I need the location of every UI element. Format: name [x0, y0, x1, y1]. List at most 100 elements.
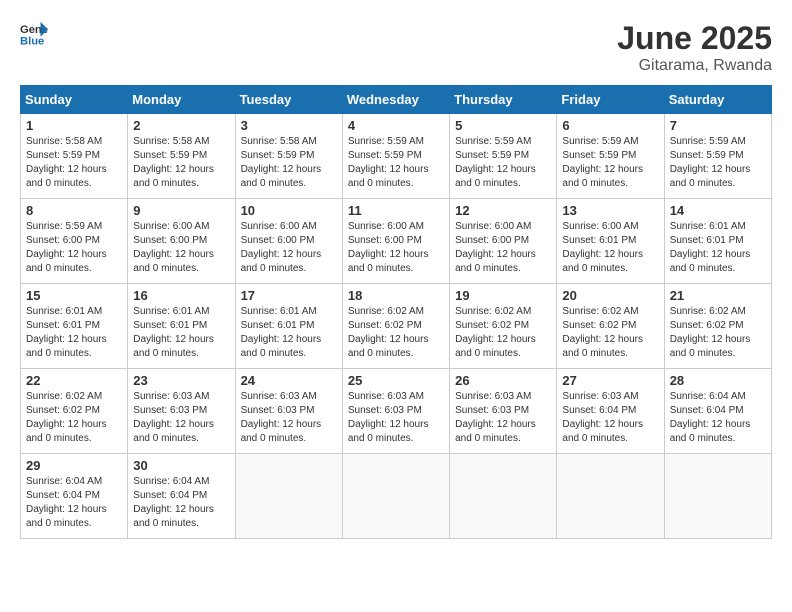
day-info: Sunrise: 6:04 AMSunset: 6:04 PMDaylight:…	[670, 391, 751, 444]
day-info: Sunrise: 6:00 AMSunset: 6:00 PMDaylight:…	[133, 221, 214, 274]
day-number: 20	[562, 288, 658, 303]
calendar-cell: 12 Sunrise: 6:00 AMSunset: 6:00 PMDaylig…	[450, 199, 557, 284]
logo-icon: General Blue	[20, 20, 48, 48]
day-number: 22	[26, 373, 122, 388]
col-sunday: Sunday	[21, 86, 128, 114]
day-info: Sunrise: 6:00 AMSunset: 6:00 PMDaylight:…	[348, 221, 429, 274]
day-number: 17	[241, 288, 337, 303]
calendar-cell: 27 Sunrise: 6:03 AMSunset: 6:04 PMDaylig…	[557, 369, 664, 454]
calendar-cell: 10 Sunrise: 6:00 AMSunset: 6:00 PMDaylig…	[235, 199, 342, 284]
day-info: Sunrise: 5:58 AMSunset: 5:59 PMDaylight:…	[133, 136, 214, 189]
calendar-cell: 28 Sunrise: 6:04 AMSunset: 6:04 PMDaylig…	[664, 369, 771, 454]
day-number: 30	[133, 458, 229, 473]
day-info: Sunrise: 6:04 AMSunset: 6:04 PMDaylight:…	[133, 476, 214, 529]
day-number: 5	[455, 118, 551, 133]
day-info: Sunrise: 6:01 AMSunset: 6:01 PMDaylight:…	[241, 306, 322, 359]
month-title: June 2025	[617, 20, 772, 57]
header: General Blue June 2025 Gitarama, Rwanda	[20, 20, 772, 75]
day-number: 4	[348, 118, 444, 133]
calendar-row: 1 Sunrise: 5:58 AMSunset: 5:59 PMDayligh…	[21, 114, 772, 199]
day-number: 8	[26, 203, 122, 218]
day-number: 23	[133, 373, 229, 388]
calendar-cell: 30 Sunrise: 6:04 AMSunset: 6:04 PMDaylig…	[128, 454, 235, 539]
day-info: Sunrise: 6:03 AMSunset: 6:03 PMDaylight:…	[348, 391, 429, 444]
calendar-cell: 17 Sunrise: 6:01 AMSunset: 6:01 PMDaylig…	[235, 284, 342, 369]
day-number: 29	[26, 458, 122, 473]
col-friday: Friday	[557, 86, 664, 114]
day-info: Sunrise: 6:02 AMSunset: 6:02 PMDaylight:…	[26, 391, 107, 444]
col-saturday: Saturday	[664, 86, 771, 114]
day-number: 19	[455, 288, 551, 303]
day-number: 27	[562, 373, 658, 388]
calendar-cell: 23 Sunrise: 6:03 AMSunset: 6:03 PMDaylig…	[128, 369, 235, 454]
day-info: Sunrise: 6:00 AMSunset: 6:00 PMDaylight:…	[455, 221, 536, 274]
calendar-cell: 1 Sunrise: 5:58 AMSunset: 5:59 PMDayligh…	[21, 114, 128, 199]
day-number: 28	[670, 373, 766, 388]
svg-text:Blue: Blue	[20, 35, 44, 47]
day-number: 21	[670, 288, 766, 303]
calendar-cell: 19 Sunrise: 6:02 AMSunset: 6:02 PMDaylig…	[450, 284, 557, 369]
day-info: Sunrise: 5:58 AMSunset: 5:59 PMDaylight:…	[26, 136, 107, 189]
calendar-cell	[342, 454, 449, 539]
calendar-cell: 4 Sunrise: 5:59 AMSunset: 5:59 PMDayligh…	[342, 114, 449, 199]
day-info: Sunrise: 6:03 AMSunset: 6:04 PMDaylight:…	[562, 391, 643, 444]
day-info: Sunrise: 6:03 AMSunset: 6:03 PMDaylight:…	[133, 391, 214, 444]
day-number: 6	[562, 118, 658, 133]
day-info: Sunrise: 5:58 AMSunset: 5:59 PMDaylight:…	[241, 136, 322, 189]
day-number: 18	[348, 288, 444, 303]
calendar-cell: 8 Sunrise: 5:59 AMSunset: 6:00 PMDayligh…	[21, 199, 128, 284]
calendar-cell: 2 Sunrise: 5:58 AMSunset: 5:59 PMDayligh…	[128, 114, 235, 199]
day-number: 7	[670, 118, 766, 133]
calendar-cell: 25 Sunrise: 6:03 AMSunset: 6:03 PMDaylig…	[342, 369, 449, 454]
day-number: 2	[133, 118, 229, 133]
calendar-cell: 22 Sunrise: 6:02 AMSunset: 6:02 PMDaylig…	[21, 369, 128, 454]
day-number: 10	[241, 203, 337, 218]
calendar-cell: 24 Sunrise: 6:03 AMSunset: 6:03 PMDaylig…	[235, 369, 342, 454]
col-thursday: Thursday	[450, 86, 557, 114]
day-info: Sunrise: 6:01 AMSunset: 6:01 PMDaylight:…	[670, 221, 751, 274]
location-title: Gitarama, Rwanda	[617, 57, 772, 75]
day-info: Sunrise: 6:00 AMSunset: 6:00 PMDaylight:…	[241, 221, 322, 274]
day-number: 14	[670, 203, 766, 218]
calendar-cell: 11 Sunrise: 6:00 AMSunset: 6:00 PMDaylig…	[342, 199, 449, 284]
day-number: 13	[562, 203, 658, 218]
day-number: 1	[26, 118, 122, 133]
day-info: Sunrise: 6:00 AMSunset: 6:01 PMDaylight:…	[562, 221, 643, 274]
calendar-cell: 13 Sunrise: 6:00 AMSunset: 6:01 PMDaylig…	[557, 199, 664, 284]
day-info: Sunrise: 6:02 AMSunset: 6:02 PMDaylight:…	[455, 306, 536, 359]
day-info: Sunrise: 5:59 AMSunset: 5:59 PMDaylight:…	[455, 136, 536, 189]
day-number: 26	[455, 373, 551, 388]
col-tuesday: Tuesday	[235, 86, 342, 114]
calendar-cell: 26 Sunrise: 6:03 AMSunset: 6:03 PMDaylig…	[450, 369, 557, 454]
day-info: Sunrise: 5:59 AMSunset: 6:00 PMDaylight:…	[26, 221, 107, 274]
day-number: 12	[455, 203, 551, 218]
day-number: 11	[348, 203, 444, 218]
day-info: Sunrise: 6:03 AMSunset: 6:03 PMDaylight:…	[241, 391, 322, 444]
day-info: Sunrise: 6:01 AMSunset: 6:01 PMDaylight:…	[133, 306, 214, 359]
calendar-cell: 16 Sunrise: 6:01 AMSunset: 6:01 PMDaylig…	[128, 284, 235, 369]
calendar-cell: 5 Sunrise: 5:59 AMSunset: 5:59 PMDayligh…	[450, 114, 557, 199]
day-info: Sunrise: 5:59 AMSunset: 5:59 PMDaylight:…	[562, 136, 643, 189]
day-number: 3	[241, 118, 337, 133]
calendar-table: Sunday Monday Tuesday Wednesday Thursday…	[20, 85, 772, 539]
day-number: 25	[348, 373, 444, 388]
day-info: Sunrise: 6:01 AMSunset: 6:01 PMDaylight:…	[26, 306, 107, 359]
day-number: 24	[241, 373, 337, 388]
calendar-row: 15 Sunrise: 6:01 AMSunset: 6:01 PMDaylig…	[21, 284, 772, 369]
col-wednesday: Wednesday	[342, 86, 449, 114]
day-info: Sunrise: 6:02 AMSunset: 6:02 PMDaylight:…	[670, 306, 751, 359]
calendar-cell: 21 Sunrise: 6:02 AMSunset: 6:02 PMDaylig…	[664, 284, 771, 369]
calendar-row: 22 Sunrise: 6:02 AMSunset: 6:02 PMDaylig…	[21, 369, 772, 454]
calendar-cell: 20 Sunrise: 6:02 AMSunset: 6:02 PMDaylig…	[557, 284, 664, 369]
calendar-cell: 14 Sunrise: 6:01 AMSunset: 6:01 PMDaylig…	[664, 199, 771, 284]
day-info: Sunrise: 6:03 AMSunset: 6:03 PMDaylight:…	[455, 391, 536, 444]
calendar-cell: 6 Sunrise: 5:59 AMSunset: 5:59 PMDayligh…	[557, 114, 664, 199]
day-number: 16	[133, 288, 229, 303]
calendar-cell	[557, 454, 664, 539]
calendar-cell: 15 Sunrise: 6:01 AMSunset: 6:01 PMDaylig…	[21, 284, 128, 369]
day-info: Sunrise: 5:59 AMSunset: 5:59 PMDaylight:…	[670, 136, 751, 189]
day-info: Sunrise: 6:04 AMSunset: 6:04 PMDaylight:…	[26, 476, 107, 529]
day-number: 15	[26, 288, 122, 303]
header-row: Sunday Monday Tuesday Wednesday Thursday…	[21, 86, 772, 114]
col-monday: Monday	[128, 86, 235, 114]
